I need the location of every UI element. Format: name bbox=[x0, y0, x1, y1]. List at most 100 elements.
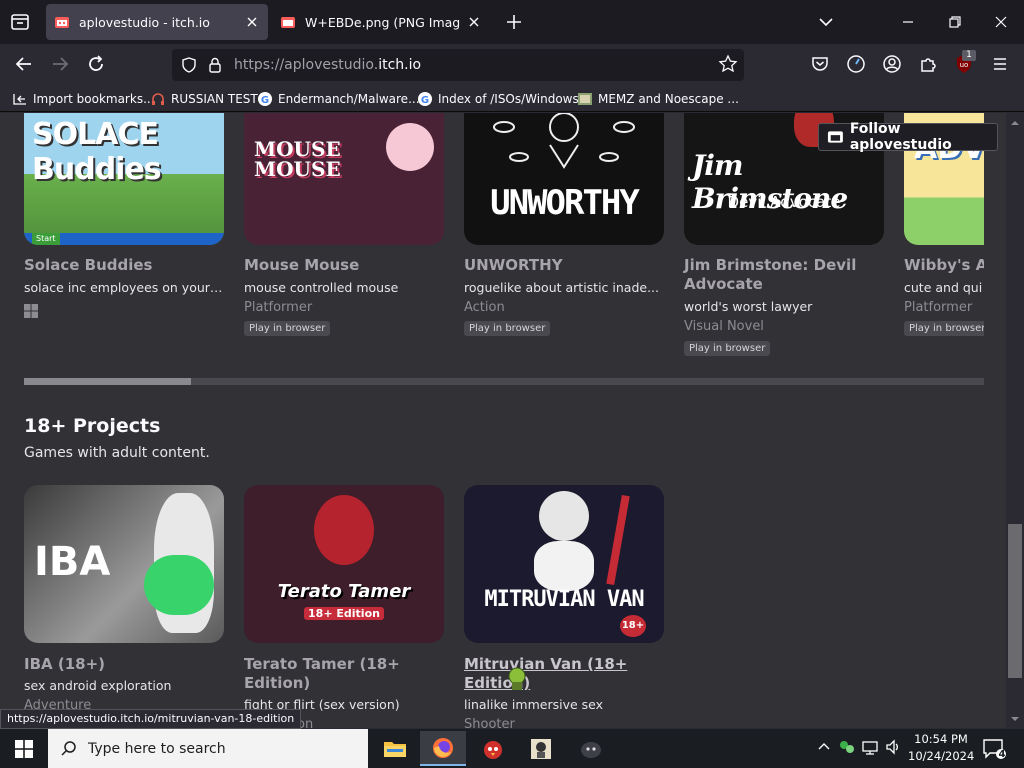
new-tab-icon[interactable] bbox=[504, 12, 524, 32]
thumbnail-character bbox=[539, 491, 589, 541]
follow-label: Follow aplovestudio bbox=[849, 121, 952, 153]
extensions-puzzle-icon[interactable] bbox=[917, 53, 939, 75]
game-title[interactable]: Solace Buddies bbox=[24, 256, 234, 275]
game-title[interactable]: UNWORTHY bbox=[464, 256, 674, 275]
tab-png-image[interactable]: W+EBDe.png (PNG Image, 1138 bbox=[272, 4, 490, 40]
game-genre[interactable]: Visual Novel bbox=[684, 319, 764, 334]
url-domain: itch.io bbox=[378, 57, 422, 73]
tray-chevron-up-icon[interactable] bbox=[815, 738, 833, 756]
bookmark-label: RUSSIAN TEST bbox=[171, 92, 258, 106]
bookmark-star-icon[interactable] bbox=[718, 54, 738, 74]
thumbnail-subtitle: 18+ Edition bbox=[304, 607, 384, 620]
chevron-down-icon[interactable] bbox=[816, 12, 836, 32]
game-genre[interactable]: Action bbox=[464, 300, 505, 315]
scroll-down-icon[interactable] bbox=[1008, 712, 1022, 726]
game-thumbnail[interactable]: SOLACE Buddies Start bbox=[24, 113, 224, 245]
google-icon: G bbox=[418, 92, 432, 106]
menu-hamburger-icon[interactable] bbox=[989, 53, 1011, 75]
game-thumbnail[interactable]: MITRUVIAN VAN 18+ bbox=[464, 485, 664, 643]
bookmark-index-isos[interactable]: G Index of /ISOs/Windows bbox=[417, 90, 579, 108]
taskbar-file-explorer[interactable] bbox=[372, 731, 418, 766]
taskbar-app-creature[interactable] bbox=[568, 731, 614, 766]
thumbnail-logo-text: Terato Tamer bbox=[277, 581, 411, 602]
reload-icon[interactable] bbox=[84, 52, 108, 76]
tab-list-icon[interactable] bbox=[8, 10, 32, 34]
tab-title: aplovestudio - itch.io bbox=[79, 14, 210, 30]
taskbar-app-angry[interactable] bbox=[470, 731, 516, 766]
shield-icon[interactable] bbox=[180, 56, 198, 74]
windows-icon bbox=[24, 304, 38, 318]
thumbnail-character bbox=[314, 495, 374, 565]
thumbnail-artwork bbox=[493, 113, 635, 169]
svg-text:G: G bbox=[261, 95, 269, 106]
back-arrow-icon[interactable] bbox=[12, 52, 36, 76]
game-title[interactable]: Jim Brimstone: Devil Advocate bbox=[684, 256, 874, 294]
bookmark-russian-test[interactable]: RUSSIAN TEST bbox=[150, 90, 258, 108]
taskbar-search-box[interactable]: Type here to search bbox=[48, 729, 368, 768]
timer-extension-icon[interactable] bbox=[845, 53, 867, 75]
scroll-up-icon[interactable] bbox=[1008, 116, 1022, 130]
volume-icon[interactable] bbox=[884, 738, 902, 756]
folder-icon bbox=[384, 741, 406, 757]
page-content: SOLACE Buddies Start Solace Buddies sola… bbox=[0, 113, 1006, 728]
game-thumbnail[interactable]: IBA bbox=[24, 485, 224, 643]
play-in-browser-badge: Play in browser bbox=[244, 321, 331, 336]
lock-icon[interactable] bbox=[207, 56, 223, 74]
game-title[interactable]: Wibby's Ac bbox=[904, 256, 984, 275]
thumbnail-sword bbox=[606, 494, 630, 586]
taskbar-app-character[interactable] bbox=[518, 731, 564, 766]
game-thumbnail[interactable]: UNWORTHY bbox=[464, 113, 664, 245]
bookmark-import[interactable]: Import bookmarks... bbox=[12, 90, 155, 108]
thumbnail-character-body bbox=[534, 541, 594, 591]
bookmark-memz[interactable]: MEMZ and Noescape ... bbox=[577, 90, 739, 108]
bookmark-label: Endermanch/Malware... bbox=[278, 92, 420, 106]
game-thumbnail[interactable]: Terato Tamer 18+ Edition bbox=[244, 485, 444, 643]
carousel-scrollbar-thumb[interactable] bbox=[24, 378, 191, 385]
network-icon[interactable] bbox=[861, 738, 879, 756]
tab-aplovestudio[interactable]: aplovestudio - itch.io bbox=[46, 4, 268, 40]
game-genre[interactable]: Platformer bbox=[904, 300, 972, 315]
image-icon bbox=[578, 93, 592, 105]
link-status-bar: https://aplovestudio.itch.io/mitruvian-v… bbox=[0, 709, 302, 729]
bookmark-endermanch[interactable]: G Endermanch/Malware... bbox=[257, 90, 420, 108]
close-window-icon[interactable] bbox=[991, 12, 1011, 32]
clock-date: 10/24/2024 bbox=[908, 749, 975, 763]
minimize-icon[interactable] bbox=[898, 12, 918, 32]
game-title[interactable]: IBA (18+) bbox=[24, 655, 234, 674]
creature-icon bbox=[581, 741, 601, 758]
game-thumbnail[interactable]: MOUSE MOUSE bbox=[244, 113, 444, 245]
page-scrollbar-thumb[interactable] bbox=[1008, 524, 1022, 678]
search-icon bbox=[61, 740, 76, 756]
bookmark-label: Import bookmarks... bbox=[33, 92, 155, 106]
game-description: sex android exploration bbox=[24, 678, 172, 693]
taskbar-firefox[interactable] bbox=[420, 731, 466, 766]
account-icon[interactable] bbox=[881, 53, 903, 75]
close-tab-icon[interactable] bbox=[466, 14, 482, 30]
close-tab-icon[interactable] bbox=[244, 14, 260, 30]
game-genre[interactable]: Platformer bbox=[244, 300, 312, 315]
start-button[interactable] bbox=[0, 729, 48, 768]
thumbnail-character bbox=[386, 123, 434, 171]
section-title: 18+ Projects bbox=[24, 415, 161, 437]
thumbnail-logo-text: IBA bbox=[34, 539, 111, 585]
game-title[interactable]: Mitruvian Van (18+ Edition) bbox=[464, 655, 674, 693]
google-icon: G bbox=[258, 92, 272, 106]
pocket-icon[interactable] bbox=[809, 53, 831, 75]
tray-app-icon[interactable] bbox=[838, 738, 856, 756]
url-prefix: https://aplovestudio. bbox=[234, 57, 379, 73]
red-bird-icon bbox=[484, 740, 502, 759]
forward-arrow-icon[interactable] bbox=[48, 52, 72, 76]
game-description: mouse controlled mouse bbox=[244, 280, 399, 295]
url-text[interactable]: https://aplovestudio.itch.io bbox=[234, 57, 421, 73]
itchio-favicon-icon bbox=[281, 17, 295, 28]
play-in-browser-badge: Play in browser bbox=[464, 321, 551, 336]
game-title[interactable]: Terato Tamer (18+ Edition) bbox=[244, 655, 454, 693]
restore-icon[interactable] bbox=[945, 12, 965, 32]
windows-start-icon bbox=[15, 739, 33, 758]
itchio-logo-icon bbox=[827, 131, 843, 143]
game-genre[interactable]: Shooter bbox=[464, 717, 515, 728]
tab-title: W+EBDe.png (PNG Image, 1138 bbox=[305, 14, 460, 30]
taskbar-clock[interactable]: 10:54 PM 10/24/2024 bbox=[908, 731, 974, 765]
game-title[interactable]: Mouse Mouse bbox=[244, 256, 454, 275]
follow-button[interactable]: Follow aplovestudio bbox=[818, 121, 998, 153]
